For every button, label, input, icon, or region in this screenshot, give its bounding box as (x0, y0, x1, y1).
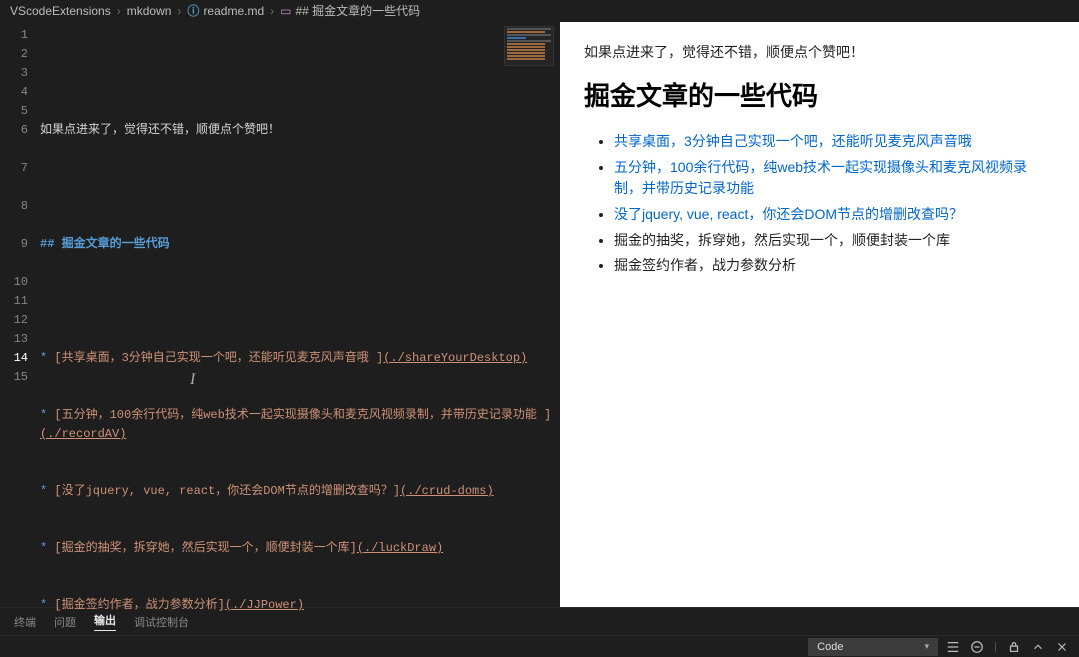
symbol-string-icon: ▭ (280, 4, 291, 18)
line-number: 8 (0, 197, 40, 235)
breadcrumb: VScodeExtensions › mkdown › ⓘ readme.md … (0, 0, 1079, 22)
list-item: 掘金签约作者，战力参数分析 (614, 255, 1055, 277)
markdown-preview-pane[interactable]: 如果点进来了，觉得还不错，顺便点个赞吧！ 掘金文章的一些代码 共享桌面，3分钟自… (560, 22, 1079, 607)
list-item: 掘金的抽奖，拆穿她，然后实现一个，顺便封装一个库 (614, 230, 1055, 252)
code-link-url: (./shareYourDesktop) (383, 351, 527, 365)
code-link-url: (./JJPower) (225, 598, 304, 612)
code-text: 如果点进来了，觉得还不错，顺便点个赞吧！ (40, 123, 280, 137)
code-heading-marker: ## (40, 237, 62, 251)
line-number: 6 (0, 121, 40, 159)
divider: | (994, 641, 997, 653)
line-number: 4 (0, 83, 40, 102)
preview-link[interactable]: 共享桌面，3分钟自己实现一个吧，还能听见麦克风声音哦 (614, 133, 972, 149)
minimap[interactable] (504, 26, 554, 66)
code-link-url: (./crud-doms) (400, 484, 494, 498)
code-link-text: [掘金的抽奖，拆穿她，然后实现一个，顺便封装一个库] (54, 541, 356, 555)
list-item: 共享桌面，3分钟自己实现一个吧，还能听见麦克风声音哦 (614, 131, 1055, 153)
line-number: 12 (0, 311, 40, 330)
preview-heading: 掘金文章的一些代码 (584, 76, 1055, 113)
tab-terminal[interactable]: 终端 (14, 614, 36, 630)
chevron-down-icon: ▾ (925, 641, 930, 652)
line-number: 5 (0, 102, 40, 121)
line-number: 14 (0, 349, 40, 368)
list-item: 五分钟，100余行代码，纯web技术一起实现摄像头和麦克风视频录制，并带历史记录… (614, 157, 1055, 200)
breadcrumb-item[interactable]: VScodeExtensions (10, 4, 111, 18)
code-area[interactable]: 如果点进来了，觉得还不错，顺便点个赞吧！ ## 掘金文章的一些代码 * [共享桌… (40, 22, 560, 607)
code-link-text: [共享桌面，3分钟自己实现一个吧，还能听见麦克风声音哦 ] (54, 351, 383, 365)
code-bullet: * (40, 598, 54, 612)
close-icon[interactable] (1055, 640, 1069, 654)
line-number: 13 (0, 330, 40, 349)
line-number: 1 (0, 26, 40, 45)
main-split: 1 2 3 4 5 6 7 8 9 10 11 12 13 14 15 如果点进… (0, 22, 1079, 607)
output-channel-label: Code (817, 641, 843, 653)
editor-pane[interactable]: 1 2 3 4 5 6 7 8 9 10 11 12 13 14 15 如果点进… (0, 22, 560, 607)
code-link-text: [五分钟，100余行代码，纯web技术一起实现摄像头和麦克风视频录制，并带历史记… (54, 408, 551, 422)
code-heading-text: 掘金文章的一些代码 (62, 237, 170, 251)
line-number: 7 (0, 159, 40, 197)
clear-icon[interactable] (970, 640, 984, 654)
breadcrumb-item[interactable]: readme.md (203, 4, 264, 18)
line-number: 3 (0, 64, 40, 83)
code-link-url: (./recordAV) (40, 427, 126, 441)
preview-intro: 如果点进来了，觉得还不错，顺便点个赞吧！ (584, 42, 1055, 62)
breadcrumb-item[interactable]: ## 掘金文章的一些代码 (295, 2, 420, 19)
markdown-file-icon: ⓘ (187, 2, 199, 19)
code-bullet: * (40, 408, 54, 422)
line-number: 15 (0, 368, 40, 387)
code-bullet: * (40, 541, 54, 555)
code-link-url: (./luckDraw) (357, 541, 443, 555)
breadcrumb-item[interactable]: mkdown (127, 4, 172, 18)
lock-icon[interactable] (1007, 640, 1021, 654)
ibeam-cursor-icon: I (190, 370, 195, 389)
list-icon[interactable] (946, 640, 960, 654)
preview-list: 共享桌面，3分钟自己实现一个吧，还能听见麦克风声音哦 五分钟，100余行代码，纯… (584, 131, 1055, 277)
code-bullet: * (40, 351, 54, 365)
line-number: 10 (0, 273, 40, 292)
list-item: 没了jquery, vue, react，你还会DOM节点的增删改查吗？ (614, 204, 1055, 226)
line-number: 11 (0, 292, 40, 311)
chevron-up-icon[interactable] (1031, 640, 1045, 654)
preview-link[interactable]: 没了jquery, vue, react，你还会DOM节点的增删改查吗？ (614, 206, 963, 222)
line-number-gutter: 1 2 3 4 5 6 7 8 9 10 11 12 13 14 15 (0, 22, 40, 607)
chevron-right-icon: › (268, 4, 276, 18)
code-link-text: [没了jquery, vue, react，你还会DOM节点的增删改查吗？] (54, 484, 400, 498)
preview-link[interactable]: 五分钟，100余行代码，纯web技术一起实现摄像头和麦克风视频录制，并带历史记录… (614, 159, 1027, 197)
output-channel-select[interactable]: Code ▾ (808, 638, 938, 656)
code-bullet: * (40, 484, 54, 498)
chevron-right-icon: › (175, 4, 183, 18)
code-link-text: [掘金签约作者，战力参数分析] (54, 598, 224, 612)
line-number: 2 (0, 45, 40, 64)
line-number: 9 (0, 235, 40, 273)
chevron-right-icon: › (115, 4, 123, 18)
